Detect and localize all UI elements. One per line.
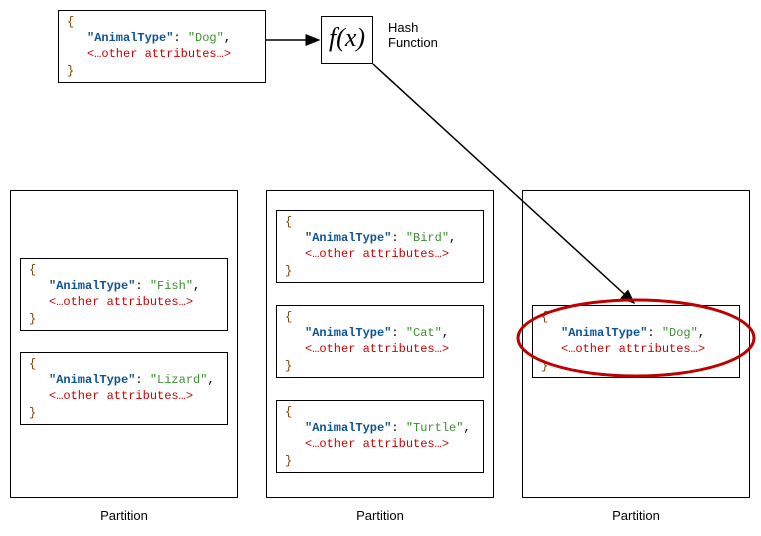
partition-label: Partition [10,508,238,523]
list-item: { "AnimalType": "Lizard", <…other attrib… [20,352,228,425]
hash-function-box: f(x) [321,16,373,64]
json-key: "AnimalType" [305,421,391,435]
json-value: "Cat" [406,326,442,340]
list-item: { "AnimalType": "Dog", <…other attribute… [532,305,740,378]
json-key: "AnimalType" [305,326,391,340]
json-other: <…other attributes…> [49,389,193,403]
json-key: "AnimalType" [87,31,173,45]
json-value: "Fish" [150,279,193,293]
json-other: <…other attributes…> [305,247,449,261]
close-brace: } [67,64,74,78]
json-other: <…other attributes…> [561,342,705,356]
json-value: "Dog" [188,31,224,45]
json-value: "Lizard" [150,373,208,387]
json-other: <…other attributes…> [305,342,449,356]
list-item: { "AnimalType": "Fish", <…other attribut… [20,258,228,331]
json-key: "AnimalType" [305,231,391,245]
partition-label: Partition [266,508,494,523]
hash-function-label: Hash Function [388,20,448,50]
json-key: "AnimalType" [49,373,135,387]
open-brace: { [67,15,74,29]
json-value: "Turtle" [406,421,464,435]
list-item: { "AnimalType": "Bird", <…other attribut… [276,210,484,283]
partition-box [10,190,238,498]
json-key: "AnimalType" [49,279,135,293]
partition-label: Partition [522,508,750,523]
json-value: "Dog" [662,326,698,340]
list-item: { "AnimalType": "Cat", <…other attribute… [276,305,484,378]
json-key: "AnimalType" [561,326,647,340]
json-value: "Bird" [406,231,449,245]
json-other: <…other attributes…> [87,47,231,61]
list-item: { "AnimalType": "Turtle", <…other attrib… [276,400,484,473]
hash-function-symbol: f(x) [329,23,365,52]
input-json-item: { "AnimalType": "Dog", <…other attribute… [58,10,266,83]
json-other: <…other attributes…> [49,295,193,309]
json-other: <…other attributes…> [305,437,449,451]
